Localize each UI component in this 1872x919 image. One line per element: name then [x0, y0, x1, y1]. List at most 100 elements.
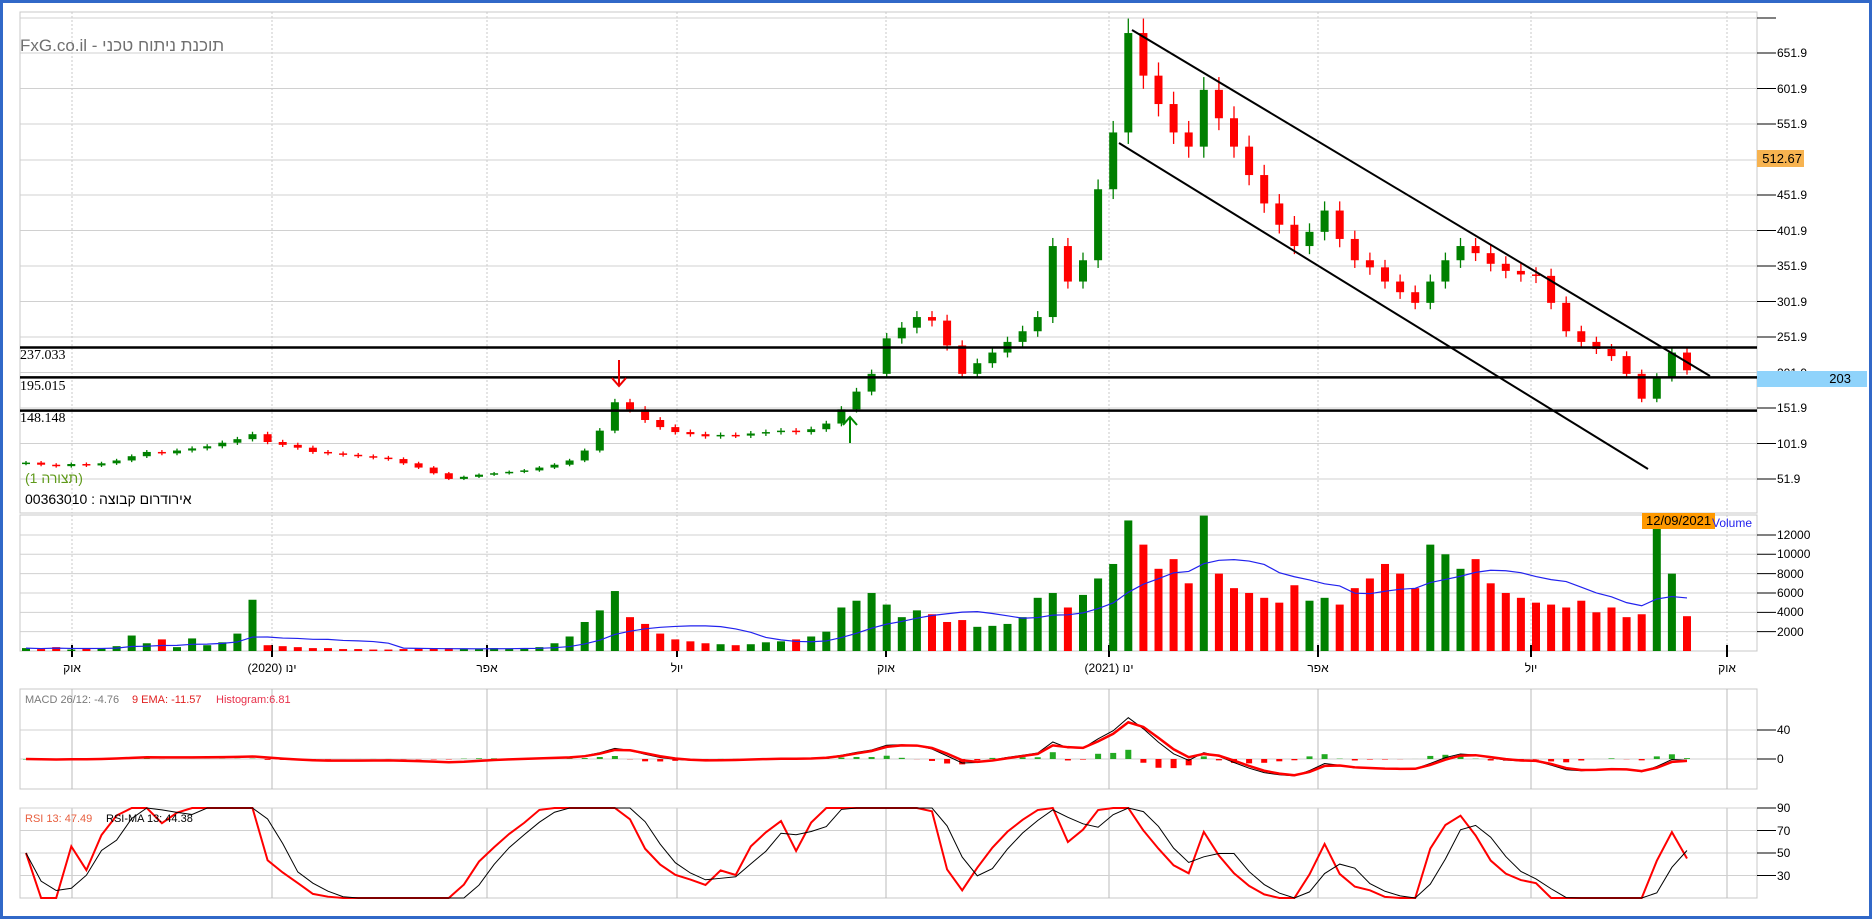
macd-histogram-bar	[1034, 757, 1041, 759]
candle-body	[127, 456, 136, 461]
volume-bar	[278, 646, 287, 651]
candle-body	[1667, 352, 1676, 378]
candle-body	[308, 447, 317, 452]
layout-label: (תצורה 1)	[25, 470, 83, 486]
volume-bar	[626, 617, 634, 651]
x-axis-label: ינו (2020)	[247, 661, 297, 675]
candle-body	[505, 471, 514, 474]
volume-axis-label: 2000	[1777, 624, 1804, 639]
candle-body	[610, 402, 619, 431]
candle-body	[1441, 260, 1450, 282]
candle-body	[293, 444, 302, 448]
grid	[19, 11, 1776, 899]
volume-bar	[1532, 602, 1540, 651]
date-tooltip: 12/09/2021	[1642, 513, 1716, 529]
candle-body	[1577, 331, 1586, 342]
candle-body	[1033, 317, 1042, 332]
macd-histogram-bar	[264, 759, 271, 760]
candle-body	[943, 320, 952, 346]
volume-axis-label: 12000	[1777, 527, 1811, 542]
trendline-upper[interactable]	[1131, 29, 1711, 377]
candle-body	[1607, 348, 1616, 357]
instrument-label: 00363010 : אירודרום קבוצה	[25, 491, 192, 507]
volume-bar	[324, 648, 332, 651]
macd-histogram-bar	[1578, 759, 1585, 761]
volume-bar	[1260, 597, 1269, 651]
macd-histogram-bar	[1653, 756, 1660, 759]
candle-body	[263, 434, 272, 443]
candle-body	[188, 448, 197, 451]
macd-histogram-bar	[1261, 759, 1268, 763]
macd-histogram-bar	[1487, 759, 1494, 761]
volume-bar	[384, 649, 393, 651]
macd-histogram-bar	[944, 759, 951, 764]
volume-bar	[1094, 578, 1103, 651]
level-label-2: 195.015	[20, 379, 66, 394]
volume-bar	[1683, 616, 1691, 651]
volume-bar	[1547, 604, 1556, 651]
macd-histogram-bar	[989, 757, 996, 759]
chart-canvas[interactable]	[0, 0, 1872, 919]
macd-histogram-bar	[1155, 759, 1162, 768]
volume-axis-label: 10000	[1777, 547, 1811, 562]
candle-body	[686, 432, 695, 435]
candle-body	[912, 317, 921, 328]
candle-body	[1245, 146, 1254, 176]
candle-body	[142, 451, 151, 457]
volume-bar	[1079, 594, 1087, 651]
candle-body	[22, 462, 30, 465]
macd-histogram-bar	[1351, 759, 1358, 761]
volume-bar	[761, 642, 770, 651]
candle-body	[1486, 253, 1495, 264]
volume-bar	[928, 614, 936, 651]
candle-body	[1305, 231, 1314, 247]
macd-histogram-bar	[1170, 759, 1177, 769]
volume-bar	[399, 649, 408, 651]
macd-histogram-bar	[1080, 759, 1086, 760]
app-title: FxG.co.il - תוכנת ניתוח טכני	[20, 36, 225, 55]
candle-body	[716, 434, 725, 437]
volume-bar	[1516, 597, 1525, 651]
candle-body	[792, 430, 801, 433]
volume-bar	[867, 592, 876, 651]
macd-label: MACD 26/12: -4.76	[25, 694, 120, 706]
candle-body	[580, 450, 589, 461]
candle-body	[595, 430, 604, 451]
volume-bar	[308, 648, 317, 651]
volume-bar	[852, 600, 861, 651]
candle-body	[988, 352, 997, 364]
volume-bar	[746, 644, 755, 651]
rsi-axis-label: 50	[1777, 846, 1791, 860]
candle-body	[1652, 377, 1661, 399]
candle-body	[1562, 302, 1571, 332]
candle-body	[157, 451, 166, 454]
volume-bar	[610, 591, 619, 651]
macd-histogram-bar	[642, 759, 649, 762]
price-axis-label: 451.9	[1777, 188, 1808, 202]
candle-body	[1320, 210, 1329, 232]
candle-body	[958, 345, 967, 374]
volume-bar	[1577, 600, 1586, 651]
volume-axis-label: 8000	[1777, 566, 1804, 581]
volume-bar	[1320, 597, 1329, 651]
candle-body	[67, 464, 76, 467]
candle-body	[82, 464, 91, 466]
volume-bar	[973, 626, 982, 651]
macd-histogram-bar	[1215, 759, 1222, 761]
macd-histogram-bar	[1276, 759, 1283, 762]
volume-bar	[203, 645, 212, 651]
candle-body	[897, 327, 906, 339]
volume-bar	[1396, 573, 1405, 651]
volume-bar	[1667, 573, 1676, 651]
candle-body	[1396, 281, 1405, 293]
volume-bar	[686, 641, 695, 651]
volume-bar	[1109, 563, 1118, 651]
macd-axis-label: 0	[1777, 752, 1784, 766]
candle-body	[1516, 270, 1525, 275]
candle-body	[973, 363, 982, 374]
macd-histogram-label: Histogram:6.81	[216, 694, 291, 706]
price-axis-label: 551.9	[1777, 117, 1808, 131]
volume-bar	[1381, 563, 1389, 651]
price-axis-label: 51.9	[1777, 472, 1801, 486]
panel-frame	[19, 11, 1758, 514]
